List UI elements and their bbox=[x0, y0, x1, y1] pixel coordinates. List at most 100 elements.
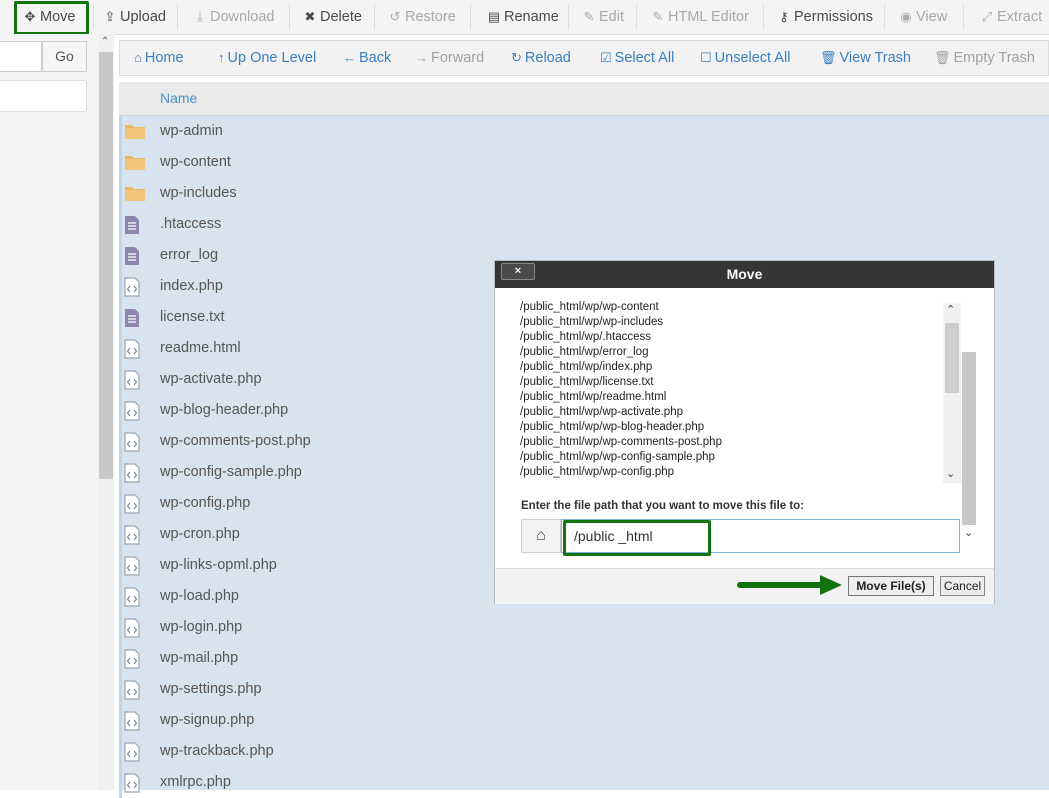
selected-file-path: /public_html/wp/.htaccess bbox=[520, 331, 652, 343]
home-icon: ⌂ bbox=[134, 50, 142, 65]
go-button[interactable]: Go bbox=[42, 41, 87, 72]
table-row[interactable]: wp-signup.php bbox=[119, 705, 1049, 736]
table-row[interactable]: wp-content bbox=[119, 147, 1049, 178]
download-icon: ⤓ bbox=[197, 9, 203, 24]
move-dialog: Move × /public_html/wp/wp-content/public… bbox=[494, 260, 995, 604]
file-name[interactable]: error_log bbox=[160, 240, 218, 271]
code-file-icon bbox=[124, 742, 140, 762]
code-file-icon bbox=[124, 649, 146, 669]
table-row[interactable]: wp-login.php bbox=[119, 612, 1049, 643]
file-name[interactable]: wp-content bbox=[160, 147, 231, 178]
file-name[interactable]: wp-load.php bbox=[160, 581, 239, 612]
dialog-title: Move bbox=[726, 266, 763, 282]
file-name[interactable]: .htaccess bbox=[160, 209, 221, 240]
forward-arrow-icon: → bbox=[415, 50, 428, 65]
file-name[interactable]: wp-config.php bbox=[160, 488, 250, 519]
folder-icon bbox=[124, 184, 146, 204]
scroll-down-icon[interactable]: ⌄ bbox=[964, 526, 973, 539]
extract-button[interactable]: ⤢ Extract bbox=[979, 0, 1042, 34]
upload-button[interactable]: ⇪ Upload bbox=[102, 0, 166, 34]
table-row[interactable]: xmlrpc.php bbox=[119, 767, 1049, 798]
table-row[interactable]: wp-includes bbox=[119, 178, 1049, 209]
text-file-icon bbox=[125, 247, 139, 265]
code-file-icon bbox=[124, 370, 140, 390]
table-row[interactable]: wp-mail.php bbox=[119, 643, 1049, 674]
selected-file-path: /public_html/wp/wp-content bbox=[520, 301, 659, 313]
empty-trash-button[interactable]: 🗑 Empty Trash bbox=[934, 41, 1035, 75]
selected-file-path: /public_html/wp/wp-blog-header.php bbox=[520, 421, 705, 433]
move-files-button[interactable]: Move File(s) bbox=[848, 576, 934, 596]
file-name[interactable]: wp-login.php bbox=[160, 612, 242, 643]
up-one-level-button[interactable]: ↑ Up One Level bbox=[218, 41, 316, 75]
row-selection-marker bbox=[119, 519, 122, 550]
view-trash-button[interactable]: 🗑 View Trash bbox=[820, 41, 911, 75]
home-button[interactable]: ⌂ Home bbox=[134, 41, 184, 75]
html-editor-button[interactable]: ✎ HTML Editor bbox=[650, 0, 749, 34]
row-selection-marker bbox=[119, 426, 122, 457]
file-name[interactable]: license.txt bbox=[160, 302, 224, 333]
key-icon: ⚷ bbox=[779, 9, 789, 24]
folder-icon bbox=[124, 153, 146, 173]
file-name[interactable]: wp-includes bbox=[160, 178, 237, 209]
file-name[interactable]: wp-links-opml.php bbox=[160, 550, 277, 581]
file-name[interactable]: wp-mail.php bbox=[160, 643, 238, 674]
dialog-scrollbar[interactable]: ⌄ bbox=[962, 352, 976, 539]
file-name[interactable]: index.php bbox=[160, 271, 223, 302]
back-button[interactable]: ← Back bbox=[343, 41, 391, 75]
edit-button[interactable]: ✎ Edit bbox=[581, 0, 624, 34]
table-row[interactable]: wp-settings.php bbox=[119, 674, 1049, 705]
cancel-button[interactable]: Cancel bbox=[940, 576, 985, 596]
rename-button[interactable]: ▤ Rename bbox=[486, 0, 559, 34]
scroll-down-icon[interactable]: ⌄ bbox=[946, 467, 955, 480]
file-name[interactable]: xmlrpc.php bbox=[160, 767, 231, 798]
file-list-scrollbar[interactable]: ⌃ ⌄ bbox=[943, 303, 961, 483]
close-button[interactable]: × bbox=[501, 263, 535, 280]
table-row[interactable]: wp-trackback.php bbox=[119, 736, 1049, 767]
scrollbar-thumb[interactable] bbox=[962, 352, 976, 525]
reload-button[interactable]: ↻ Reload bbox=[511, 41, 571, 75]
selected-file-path: /public_html/wp/index.php bbox=[520, 361, 653, 373]
path-jump-input[interactable] bbox=[0, 41, 42, 72]
left-scrollbar[interactable]: ⌃ bbox=[98, 34, 114, 790]
code-file-icon bbox=[124, 587, 140, 607]
file-name[interactable]: wp-signup.php bbox=[160, 705, 254, 736]
code-file-icon bbox=[124, 463, 140, 483]
select-all-button[interactable]: ☑ Select All bbox=[600, 41, 674, 75]
selected-file-path: /public_html/wp/wp-comments-post.php bbox=[520, 436, 722, 448]
code-file-icon bbox=[124, 618, 146, 638]
file-name[interactable]: wp-admin bbox=[160, 116, 223, 147]
table-row[interactable]: .htaccess bbox=[119, 209, 1049, 240]
scroll-up-icon[interactable]: ⌃ bbox=[946, 303, 955, 316]
file-name[interactable]: wp-cron.php bbox=[160, 519, 240, 550]
code-file-icon bbox=[124, 742, 146, 762]
table-row[interactable]: wp-admin bbox=[119, 116, 1049, 147]
permissions-button[interactable]: ⚷ Permissions bbox=[776, 0, 873, 34]
restore-button[interactable]: ↺ Restore bbox=[387, 0, 456, 34]
view-button[interactable]: ◉ View bbox=[898, 0, 947, 34]
navigation-bar: ⌂ Home ↑ Up One Level ← Back → Forward ↻ Relo… bbox=[119, 40, 1049, 76]
file-name[interactable]: wp-settings.php bbox=[160, 674, 262, 705]
file-name[interactable]: wp-comments-post.php bbox=[160, 426, 311, 457]
delete-button[interactable]: ✖ Delete bbox=[302, 0, 362, 34]
folder-tree-box[interactable] bbox=[0, 80, 87, 112]
code-file-icon bbox=[124, 680, 146, 700]
code-file-icon bbox=[124, 277, 146, 297]
scrollbar-thumb[interactable] bbox=[945, 323, 959, 393]
code-file-icon bbox=[124, 463, 146, 483]
scrollbar-thumb[interactable] bbox=[99, 52, 113, 479]
file-name[interactable]: wp-blog-header.php bbox=[160, 395, 288, 426]
file-name[interactable]: readme.html bbox=[160, 333, 241, 364]
download-button[interactable]: ⤓ Download bbox=[192, 0, 274, 34]
name-column-header[interactable]: Name bbox=[160, 82, 197, 115]
file-name[interactable]: wp-trackback.php bbox=[160, 736, 274, 767]
scroll-up-icon[interactable]: ⌃ bbox=[101, 36, 109, 47]
text-file-icon bbox=[125, 309, 139, 327]
extract-icon: ⤢ bbox=[981, 9, 993, 24]
forward-button[interactable]: → Forward bbox=[415, 41, 484, 75]
selected-file-path: /public_html/wp/license.txt bbox=[520, 376, 654, 388]
file-name[interactable]: wp-activate.php bbox=[160, 364, 262, 395]
code-file-icon bbox=[124, 401, 146, 421]
code-file-icon bbox=[124, 525, 146, 545]
unselect-all-button[interactable]: ☐ Unselect All bbox=[700, 41, 790, 75]
file-name[interactable]: wp-config-sample.php bbox=[160, 457, 302, 488]
